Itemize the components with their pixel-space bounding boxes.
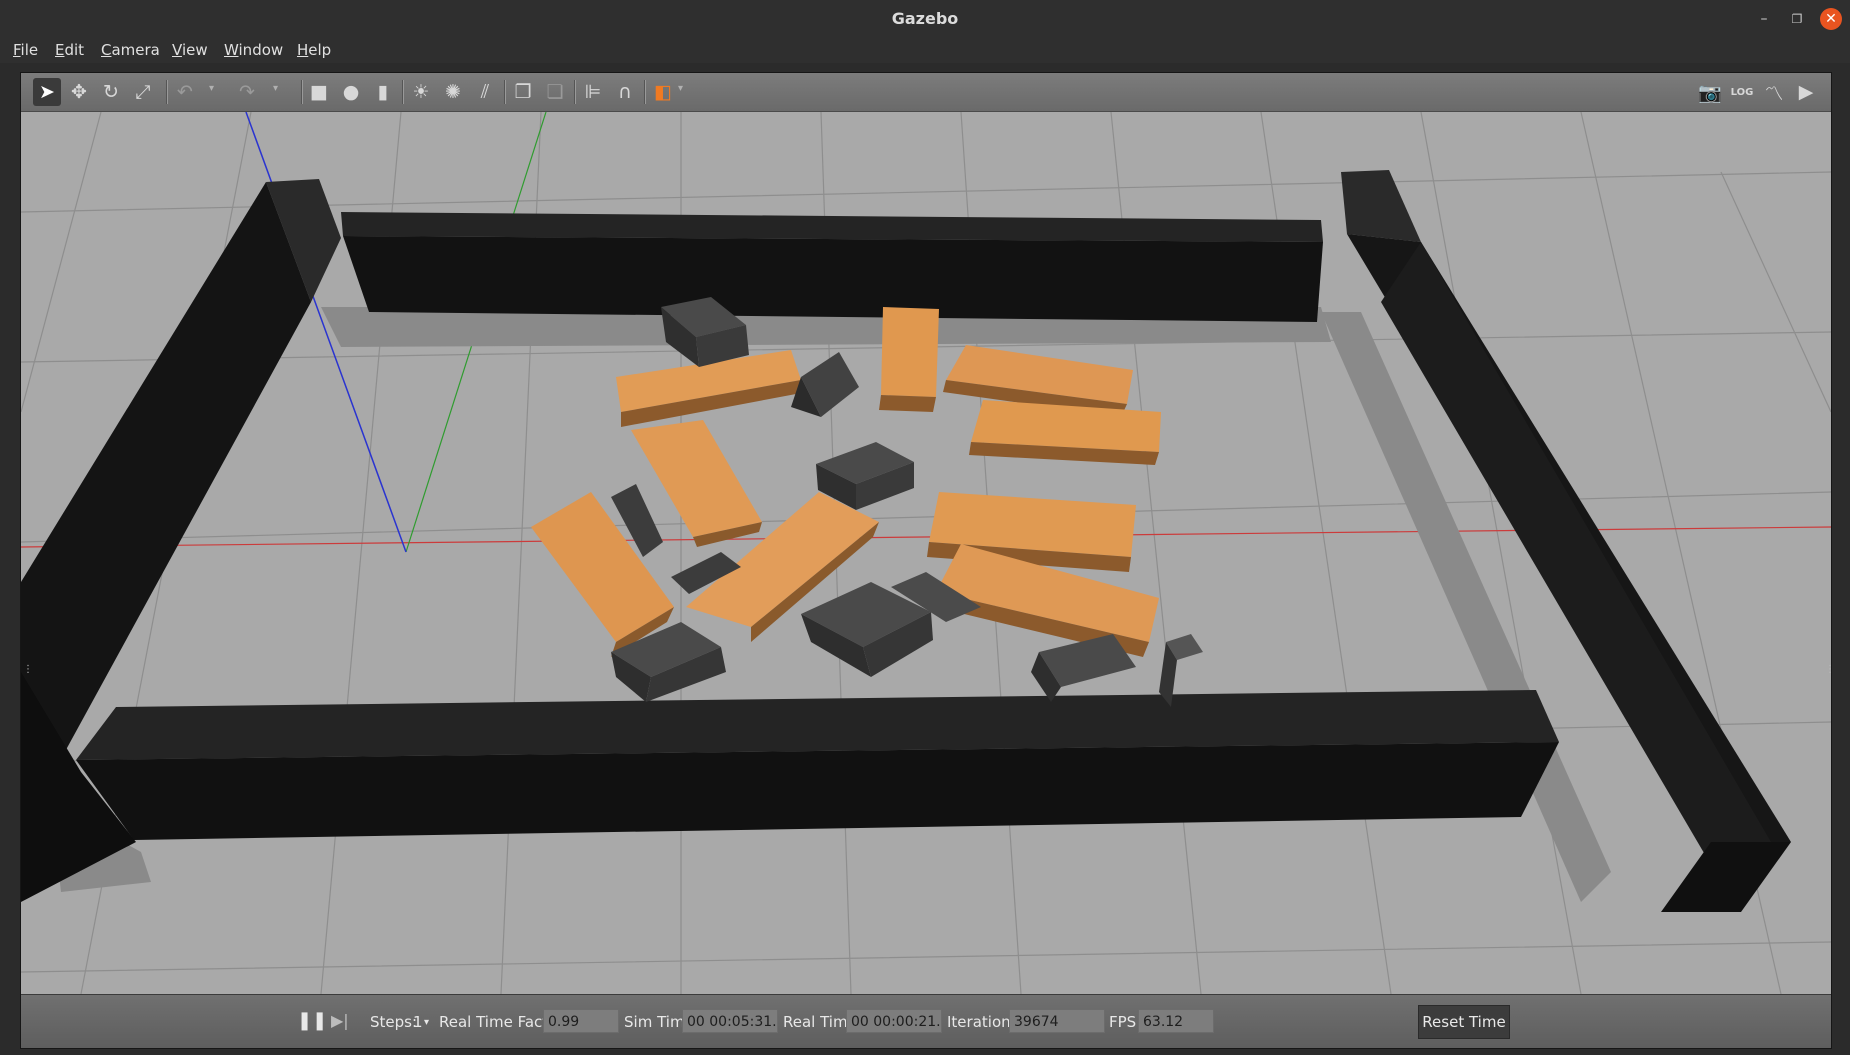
menu-edit[interactable]: Edit [55,41,84,59]
undo-icon[interactable]: ↶ [171,78,199,106]
spot-light-icon[interactable]: ✺ [439,78,467,106]
select-arrow-icon[interactable]: ➤ [33,78,61,106]
menu-help[interactable]: Help [297,41,331,59]
plot-icon[interactable]: 〽 [1760,78,1788,106]
scale-icon[interactable]: ⤢ [129,78,157,106]
right-panel-handle-icon[interactable]: ⋮ [1825,664,1831,682]
paste-icon[interactable]: ❏ [541,78,569,106]
main-frame: ➤ ✥ ↻ ⤢ ↶ ▾ ↷ ▾ ■ ● ▮ ☀ ✺ ⫽ ❐ ❏ ⊫ ∩ ◧ ▾ … [20,72,1832,1049]
pause-icon[interactable]: ❚❚ [297,1010,327,1031]
copy-icon[interactable]: ❐ [509,78,537,106]
box-icon[interactable]: ■ [305,78,333,106]
step-icon[interactable]: ▶| [331,1011,349,1030]
move-icon[interactable]: ✥ [65,78,93,106]
menu-file[interactable]: File [13,41,38,59]
video-icon[interactable]: ▶ [1792,78,1820,106]
undo-dropdown-icon[interactable]: ▾ [209,83,214,94]
iterations-field: 39674 [1009,1009,1105,1033]
camera-icon[interactable]: 📷 [1696,78,1724,106]
steps-dropdown-icon[interactable]: ▾ [424,1017,429,1028]
minimize-icon[interactable]: – [1753,8,1775,30]
restore-icon[interactable]: ❐ [1786,8,1808,30]
fps-field: 63.12 [1138,1009,1214,1033]
redo-dropdown-icon[interactable]: ▾ [273,83,278,94]
directional-light-icon[interactable]: ⫽ [471,78,499,106]
sim-time-field: 00 00:05:31.348 [682,1009,778,1033]
real-time-field: 00 00:00:21.789 [846,1009,942,1033]
fps-label: FPS: [1109,1013,1142,1031]
menu-view[interactable]: View [172,41,208,59]
rtf-field: 0.99 [543,1009,619,1033]
log-icon[interactable]: LOG [1728,78,1756,106]
log-label: LOG [1730,86,1754,98]
scene-render[interactable] [21,112,1831,994]
menu-camera[interactable]: Camera [101,41,160,59]
close-icon[interactable]: ✕ [1820,8,1842,30]
sphere-icon[interactable]: ● [337,78,365,106]
menu-bar: File Edit Camera View Window Help [0,37,1850,63]
point-light-icon[interactable]: ☀ [407,78,435,106]
steps-label: Steps: [370,1013,418,1031]
view-angle-dropdown-icon[interactable]: ▾ [678,83,683,94]
cylinder-icon[interactable]: ▮ [369,78,397,106]
magnet-icon[interactable]: ∩ [611,78,639,106]
view-angle-icon[interactable]: ◧ [649,78,677,106]
menu-window[interactable]: Window [224,41,283,59]
align-icon[interactable]: ⊫ [579,78,607,106]
steps-value[interactable]: 1 [413,1013,423,1031]
toolbar: ➤ ✥ ↻ ⤢ ↶ ▾ ↷ ▾ ■ ● ▮ ☀ ✺ ⫽ ❐ ❏ ⊫ ∩ ◧ ▾ … [21,73,1831,112]
3d-viewport[interactable]: ⋮ ⋮ [21,112,1831,994]
window-titlebar: Gazebo – ❐ ✕ [0,0,1850,38]
rotate-icon[interactable]: ↻ [97,78,125,106]
status-bar: ❚❚ ▶| Steps: 1 ▾ Real Time Factor: 0.99 … [21,995,1831,1048]
redo-icon[interactable]: ↷ [233,78,261,106]
left-panel-handle-icon[interactable]: ⋮ [23,664,33,682]
window-title: Gazebo [891,9,959,28]
reset-time-button[interactable]: Reset Time [1418,1005,1510,1039]
